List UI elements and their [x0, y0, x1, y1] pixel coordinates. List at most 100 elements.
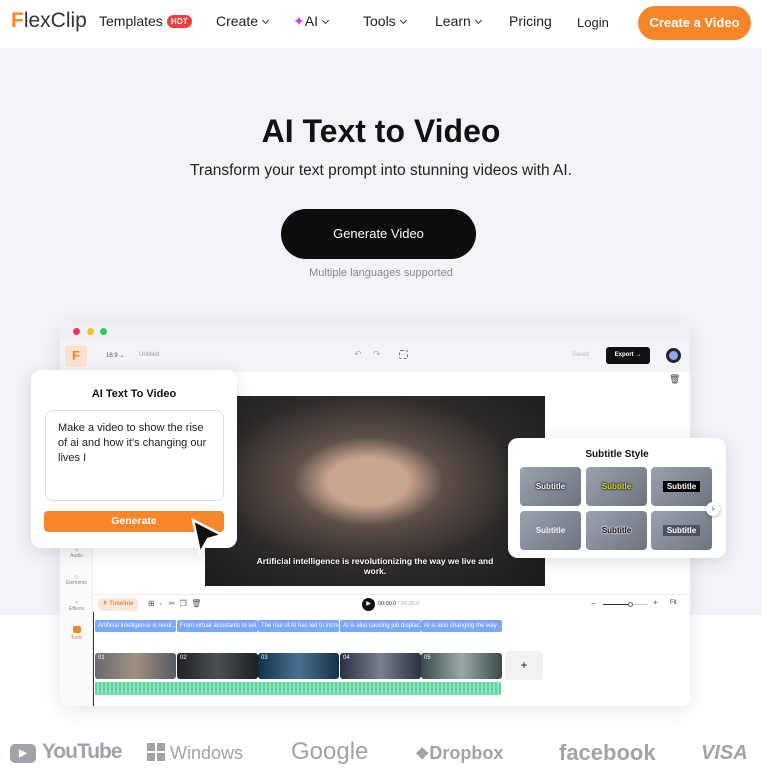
subtitle-sample: Subtitle [601, 482, 632, 491]
ratio-select[interactable]: 16:9 ⌄ [106, 352, 124, 359]
toolbox-icon [72, 626, 81, 633]
ai-panel-title: AI Text To Video [91, 388, 177, 400]
visa-logo: VISA [701, 742, 748, 764]
zoom-slider[interactable] [603, 602, 648, 607]
trash-icon[interactable]: 🗑 [669, 374, 680, 385]
app-logo-icon: F [65, 345, 87, 367]
saved-status: Saved [572, 352, 590, 358]
timeline-tab[interactable]: ⇞ Timeline [98, 598, 138, 611]
caption-chip[interactable]: From virtual assistants to sel... [177, 620, 258, 632]
next-arrow-icon[interactable]: › [706, 502, 720, 516]
facebook-logo: facebook [559, 740, 656, 765]
user-avatar[interactable] [666, 348, 681, 363]
subtitle-style-option[interactable]: Subtitle [651, 511, 712, 550]
sidebar-effects[interactable]: ✧ Effects [60, 600, 93, 612]
subtitle-sample: Subtitle [601, 526, 632, 535]
subtitle-style-option[interactable]: Subtitle [520, 511, 581, 550]
dropbox-logo: ❖Dropbox [415, 743, 504, 763]
caption-chip[interactable]: The rise of AI has led to incre... [258, 620, 339, 632]
chevron-down-icon [321, 16, 330, 25]
youtube-text: YouTube [41, 740, 123, 763]
nav-create-label: Create [216, 13, 259, 29]
video-clip[interactable]: 03 [258, 653, 339, 679]
video-clip[interactable]: 01 [95, 653, 176, 679]
time-total: / 00:25.0 [397, 601, 420, 607]
video-clip[interactable]: 02 [177, 653, 258, 679]
video-clip[interactable]: 04 [340, 653, 421, 679]
hot-badge: HOT [166, 15, 192, 28]
caption-chip[interactable]: Artificial intelligence is revol... [95, 620, 176, 632]
nav-learn-label: Learn [435, 13, 471, 29]
nav-create[interactable]: Create [216, 13, 270, 29]
playhead[interactable] [93, 612, 94, 706]
subtitle-sample: Subtitle [535, 526, 566, 535]
video-clip[interactable]: 05 [421, 653, 502, 679]
dropbox-text: Dropbox [429, 743, 504, 763]
sidebar-elements[interactable]: ◇ Elements [60, 574, 93, 586]
create-video-button[interactable]: Create a Video [638, 6, 751, 40]
preview-icon[interactable] [399, 350, 408, 359]
video-caption: Artificial intelligence is revolutionizi… [256, 556, 494, 576]
login-button[interactable]: Login [577, 15, 609, 30]
undo-icon[interactable]: ↶ [354, 349, 362, 360]
divider [93, 594, 690, 595]
play-button[interactable]: ▶ [362, 598, 375, 611]
chevron-down-icon [399, 16, 407, 25]
windows-logo: Windows [147, 743, 243, 764]
sidebar-audio[interactable]: ♫ Audio [60, 547, 93, 559]
split-icon[interactable]: ◐ [159, 599, 164, 608]
subtitle-style-option[interactable]: Subtitle [586, 511, 647, 550]
sidebar-effects-label: Effects [68, 606, 85, 612]
sidebar-audio-label: Audio [70, 553, 83, 559]
prompt-input[interactable]: Make a video to show the rise of ai and … [45, 410, 224, 501]
subtitle-style-option[interactable]: Subtitle [586, 467, 647, 506]
caption-chip[interactable]: AI is also changing the way ... [421, 620, 502, 632]
sidebar-elements-label: Elements [66, 580, 87, 586]
chevron-down-icon [474, 16, 482, 25]
add-icon[interactable]: ⊞ [148, 599, 155, 608]
zoom-in-icon[interactable]: + [653, 598, 658, 607]
project-name[interactable]: Untitled [139, 352, 159, 358]
fit-button[interactable]: Fit [670, 600, 677, 606]
minimize-dot [87, 328, 94, 335]
windows-text: Windows [170, 743, 244, 763]
export-button[interactable]: Export → [606, 347, 650, 364]
nav-templates[interactable]: Templates HOT [99, 13, 192, 29]
generate-video-button[interactable]: Generate Video [281, 209, 476, 259]
top-nav: FlexClip Templates HOT Create ✦AI Tools L… [0, 0, 762, 48]
window-titlebar [60, 322, 690, 340]
scissors-icon[interactable]: ✂ [168, 599, 175, 608]
prompt-text: Make a video to show the rise of ai and … [58, 422, 207, 464]
youtube-logo: ▶ YouTube [10, 740, 123, 764]
time-current: 00:00.0 [378, 601, 397, 607]
zoom-out-icon[interactable]: − [591, 599, 596, 608]
nav-ai-label: AI [304, 13, 318, 29]
add-clip-button[interactable]: + [505, 651, 543, 680]
audio-track[interactable] [95, 682, 501, 695]
nav-tools-label: Tools [363, 13, 396, 29]
timeline-label: Timeline [109, 601, 134, 607]
video-preview: Artificial intelligence is revolutionizi… [205, 396, 545, 586]
sidebar-tools[interactable]: Tools [60, 626, 93, 641]
subtitle-sample: Subtitle [662, 525, 701, 536]
subtitle-panel-title: Subtitle Style [585, 449, 649, 460]
logo-text: FlexClip [11, 9, 87, 32]
hero-subtitle: Transform your text prompt into stunning… [190, 162, 572, 179]
caption-chip[interactable]: AI is also causing job displac... [340, 620, 421, 632]
nav-learn[interactable]: Learn [435, 13, 482, 29]
redo-icon[interactable]: ↷ [373, 349, 381, 360]
subtitle-style-option[interactable]: Subtitle [520, 467, 581, 506]
languages-note: Multiple languages supported [309, 267, 453, 279]
nav-tools[interactable]: Tools [363, 13, 407, 29]
subtitle-style-option[interactable]: Subtitle [651, 467, 712, 506]
nav-pricing[interactable]: Pricing [509, 13, 552, 29]
google-logo: Google [291, 738, 369, 765]
delete-icon[interactable]: 🗑 [191, 599, 201, 608]
nav-templates-label: Templates [99, 13, 163, 29]
text-cursor-icon: I [83, 452, 87, 464]
duplicate-icon[interactable]: ❐ [180, 599, 187, 608]
chevron-down-icon [261, 16, 270, 25]
logo[interactable]: FlexClip [11, 9, 87, 33]
nav-ai[interactable]: ✦AI [293, 13, 330, 30]
toolbar-icons: ⊞ ◐ ✂ ❐ 🗑 [148, 599, 201, 608]
